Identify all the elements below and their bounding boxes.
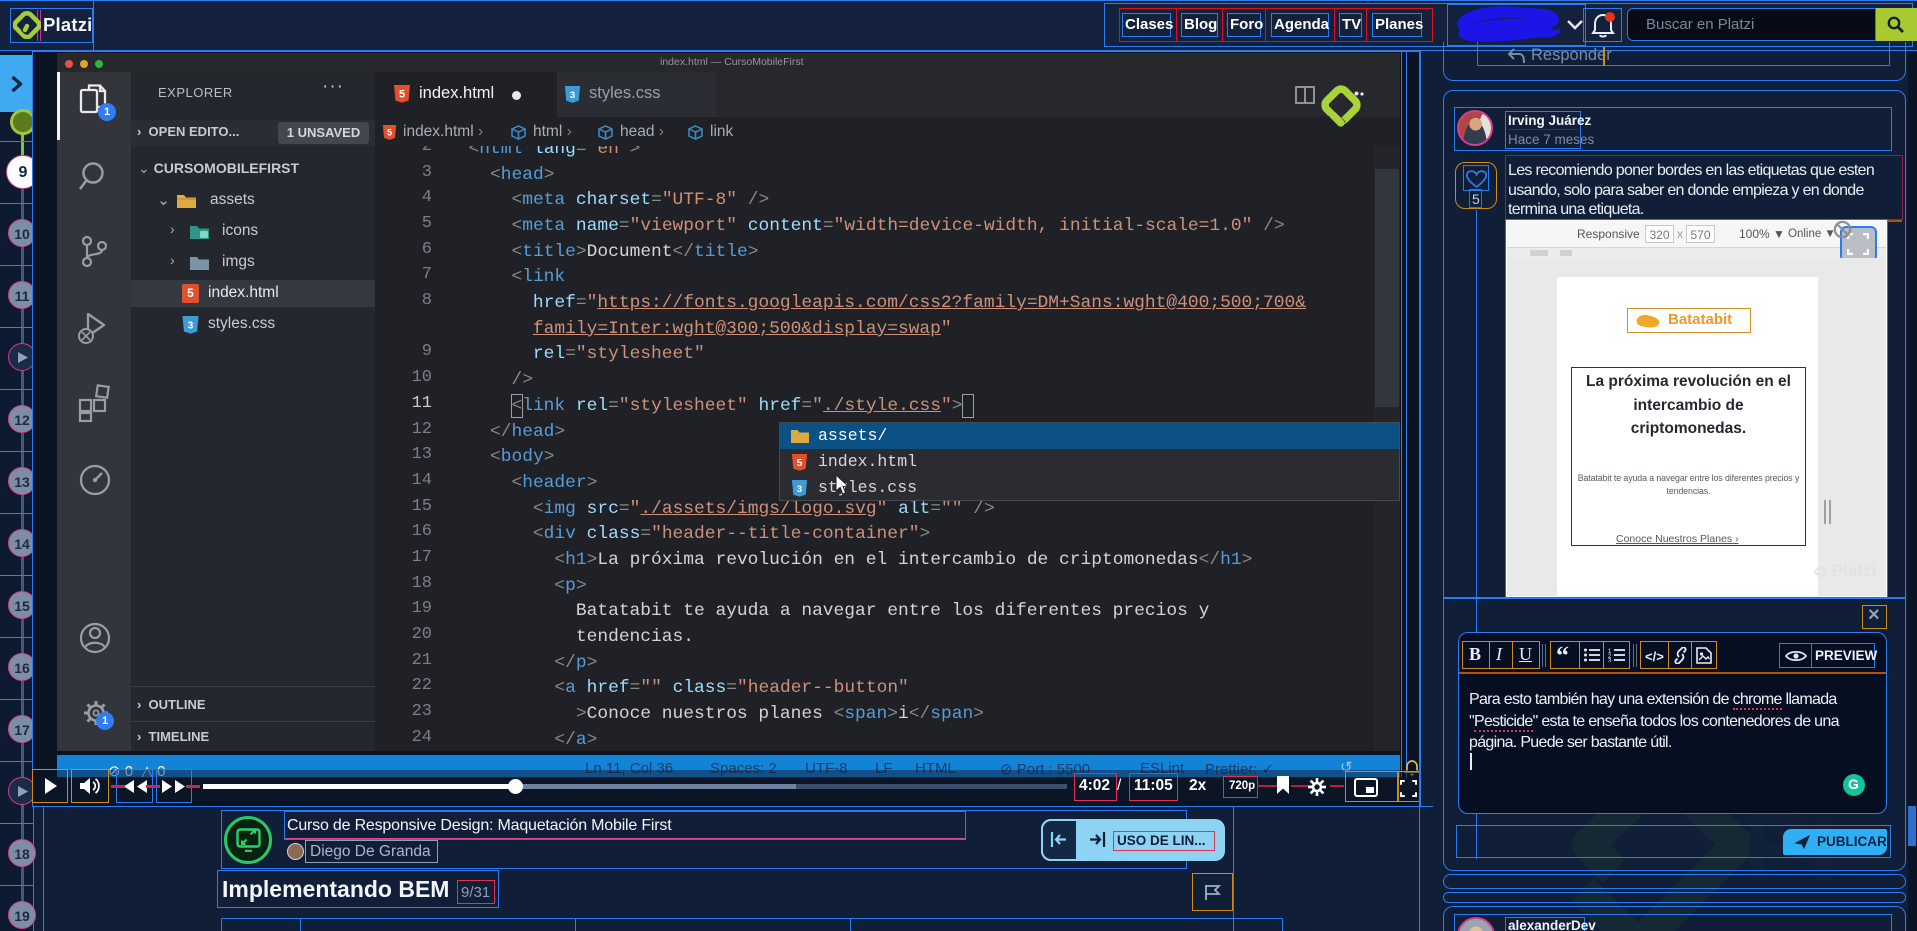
svg-text:3: 3 [1608, 659, 1612, 663]
svg-text:3: 3 [570, 90, 575, 101]
svg-text:3: 3 [797, 484, 802, 495]
svg-text:3: 3 [188, 321, 194, 332]
svg-text:5: 5 [797, 458, 803, 469]
svg-text:5: 5 [387, 127, 392, 137]
svg-text:5: 5 [399, 89, 405, 101]
